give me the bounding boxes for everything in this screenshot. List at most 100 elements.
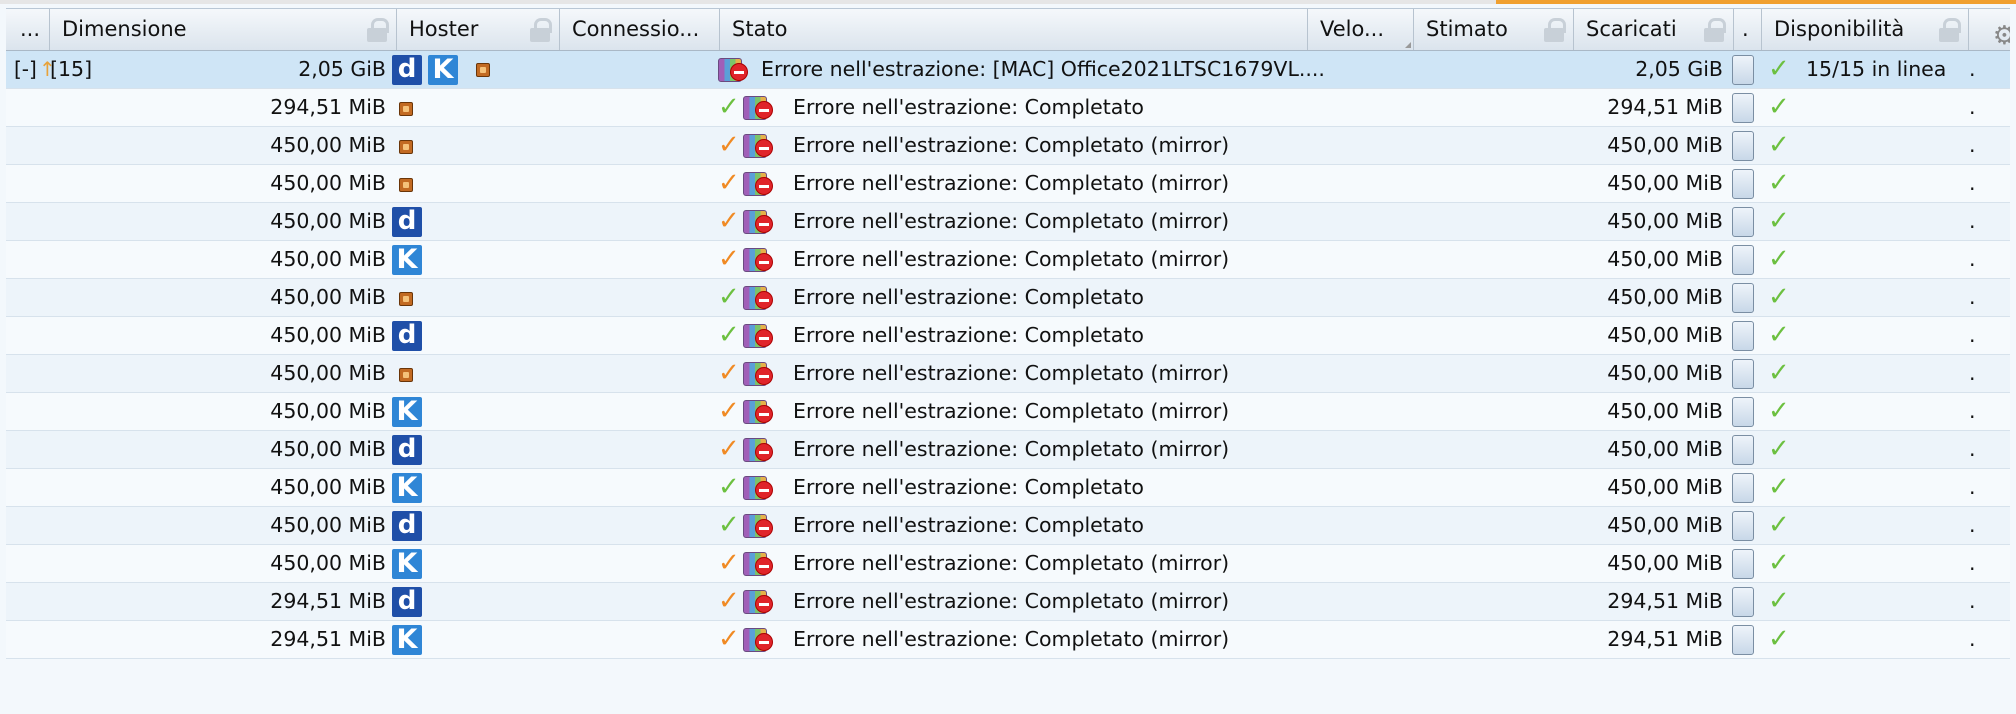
check-icon: ✓ (1768, 320, 1790, 350)
file-size: 450,00 MiB (270, 361, 386, 385)
accent-strip (1496, 0, 2016, 4)
check-icon: ✓ (1768, 624, 1790, 654)
file-downloaded: 294,51 MiB (1607, 589, 1723, 613)
file-status: Errore nell'estrazione: Completato (793, 285, 1144, 309)
file-row[interactable]: 450,00 MiB K ✓ Errore nell'estrazione: Comp… (6, 393, 2010, 431)
column-header-size[interactable]: Dimensione (50, 9, 397, 50)
lock-icon[interactable] (1543, 18, 1566, 42)
hoster-small-icon (476, 63, 490, 77)
file-row[interactable]: 450,00 MiB d ✓ Errore nell'estrazione: Comp… (6, 203, 2010, 241)
checkbox-box-icon[interactable] (1732, 397, 1754, 427)
no-entry-icon (755, 215, 773, 233)
checkbox-box-icon[interactable] (1732, 93, 1754, 123)
file-row[interactable]: 450,00 MiB K ✓ Errore nell'estrazione: Comp… (6, 469, 2010, 507)
no-entry-icon (755, 519, 773, 537)
check-icon: ✓ (1768, 54, 1790, 84)
check-icon: ✓ (718, 168, 740, 198)
checkbox-box-icon[interactable] (1732, 473, 1754, 503)
file-row[interactable]: 450,00 MiB ✓ Errore nell'estrazione: Compl… (6, 279, 2010, 317)
hoster-small-icon (399, 102, 413, 116)
hoster-d-icon: d (392, 435, 422, 465)
column-header-hoster[interactable]: Hoster (397, 9, 560, 50)
expand-toggle[interactable]: [-] (14, 51, 37, 88)
checkbox-box-icon[interactable] (1732, 169, 1754, 199)
file-row[interactable]: 450,00 MiB d ✓ Errore nell'estrazione: Comp… (6, 507, 2010, 545)
checkbox-box-icon[interactable] (1732, 55, 1754, 85)
no-entry-icon (755, 557, 773, 575)
file-size: 450,00 MiB (270, 323, 386, 347)
checkbox-box-icon[interactable] (1732, 359, 1754, 389)
no-entry-icon (755, 595, 773, 613)
file-downloaded: 450,00 MiB (1607, 247, 1723, 271)
column-header-eta[interactable]: Stimato (1414, 9, 1574, 50)
package-availability: 15/15 in linea (1806, 57, 1947, 81)
checkbox-box-icon[interactable] (1732, 283, 1754, 313)
column-header-hoster-label: Hoster (409, 17, 479, 41)
file-row[interactable]: 450,00 MiB K ✓ Errore nell'estrazione: Comp… (6, 545, 2010, 583)
file-dot: . (1969, 209, 1976, 233)
check-icon: ✓ (1768, 358, 1790, 388)
lock-icon[interactable] (1703, 18, 1726, 42)
check-icon: ✓ (718, 358, 740, 388)
checkbox-box-icon[interactable] (1732, 625, 1754, 655)
lock-icon[interactable] (366, 18, 389, 42)
file-status: Errore nell'estrazione: Completato (mirr… (793, 171, 1230, 195)
file-size: 450,00 MiB (270, 133, 386, 157)
hoster-small-icon (399, 368, 413, 382)
file-size: 294,51 MiB (270, 95, 386, 119)
file-row[interactable]: 450,00 MiB K ✓ Errore nell'estrazione: Comp… (6, 241, 2010, 279)
gear-icon[interactable]: ⚙ (1993, 16, 2010, 50)
file-size: 450,00 MiB (270, 551, 386, 575)
hoster-k-icon: K (392, 625, 422, 655)
file-status: Errore nell'estrazione: Completato (mirr… (793, 361, 1230, 385)
file-size: 294,51 MiB (270, 589, 386, 613)
checkbox-box-icon[interactable] (1732, 131, 1754, 161)
check-icon: ✓ (718, 396, 740, 426)
file-downloaded: 450,00 MiB (1607, 475, 1723, 499)
file-row[interactable]: 294,51 MiB ✓ Errore nell'estrazione: Compl… (6, 89, 2010, 127)
file-row[interactable]: 450,00 MiB ✓ Errore nell'estrazione: Compl… (6, 165, 2010, 203)
file-row[interactable]: 294,51 MiB d ✓ Errore nell'estrazione: Comp… (6, 583, 2010, 621)
checkbox-box-icon[interactable] (1732, 321, 1754, 351)
check-icon: ✓ (1768, 282, 1790, 312)
hoster-d-icon: d (392, 587, 422, 617)
file-row[interactable]: 450,00 MiB d ✓ Errore nell'estrazione: Comp… (6, 431, 2010, 469)
column-header-availability[interactable]: Disponibilità (1762, 9, 1969, 50)
checkbox-box-icon[interactable] (1732, 245, 1754, 275)
column-header-extra[interactable]: ⚙ (1969, 9, 2010, 50)
lock-icon[interactable] (1938, 18, 1961, 42)
checkbox-box-icon[interactable] (1732, 435, 1754, 465)
file-size: 450,00 MiB (270, 513, 386, 537)
file-row[interactable]: 450,00 MiB ✓ Errore nell'estrazione: Compl… (6, 355, 2010, 393)
column-header-small[interactable]: . (1734, 9, 1762, 50)
checkbox-box-icon[interactable] (1732, 207, 1754, 237)
column-header-size-label: Dimensione (62, 17, 187, 41)
hoster-d-icon: d (392, 55, 422, 85)
file-size: 450,00 MiB (270, 399, 386, 423)
column-header-more[interactable]: ... (6, 9, 50, 50)
column-header-connections[interactable]: Connessio... (560, 9, 720, 50)
checkbox-box-icon[interactable] (1732, 511, 1754, 541)
file-status: Errore nell'estrazione: Completato (mirr… (793, 209, 1230, 233)
file-dot: . (1969, 247, 1976, 271)
file-row[interactable]: 294,51 MiB K ✓ Errore nell'estrazione: Comp… (6, 621, 2010, 659)
no-entry-icon (755, 253, 773, 271)
check-icon: ✓ (718, 320, 740, 350)
file-status: Errore nell'estrazione: Completato (mirr… (793, 589, 1230, 613)
file-status: Errore nell'estrazione: Completato (793, 323, 1144, 347)
file-row[interactable]: 450,00 MiB ✓ Errore nell'estrazione: Compl… (6, 127, 2010, 165)
file-dot: . (1969, 513, 1976, 537)
hoster-small-icon (399, 178, 413, 192)
column-header-speed[interactable]: Velo... (1308, 9, 1414, 50)
package-row[interactable]: [-] ↑ [15] 2,05 GiB d K Errore nell'estr… (6, 51, 2010, 89)
file-downloaded: 294,51 MiB (1607, 627, 1723, 651)
file-downloaded: 450,00 MiB (1607, 323, 1723, 347)
file-row[interactable]: 450,00 MiB d ✓ Errore nell'estrazione: Comp… (6, 317, 2010, 355)
lock-icon[interactable] (529, 18, 552, 42)
checkbox-box-icon[interactable] (1732, 549, 1754, 579)
column-header-downloaded[interactable]: Scaricati (1574, 9, 1734, 50)
column-header-status[interactable]: Stato (720, 9, 1308, 50)
file-downloaded: 450,00 MiB (1607, 513, 1723, 537)
file-downloaded: 450,00 MiB (1607, 171, 1723, 195)
checkbox-box-icon[interactable] (1732, 587, 1754, 617)
